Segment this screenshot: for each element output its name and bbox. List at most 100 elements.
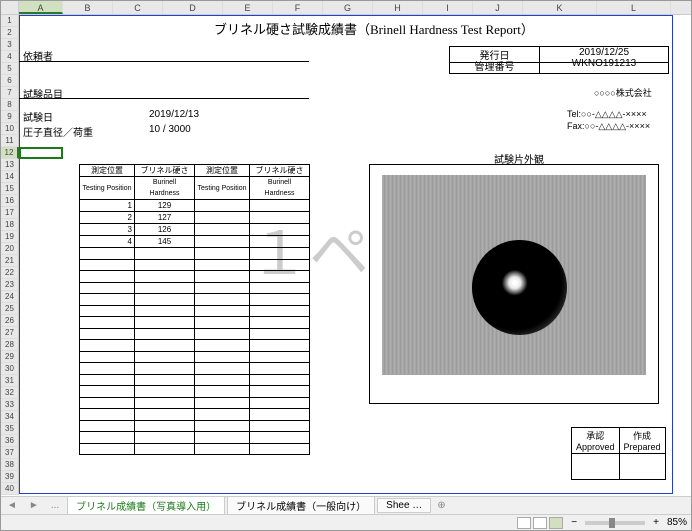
table-cell[interactable]: [195, 363, 250, 375]
row-header-8[interactable]: 8: [1, 99, 19, 111]
tab-nav-prev[interactable]: ◄: [1, 500, 23, 511]
table-cell[interactable]: 4: [80, 236, 135, 248]
table-cell[interactable]: [195, 351, 250, 363]
table-cell[interactable]: [135, 317, 195, 329]
table-cell[interactable]: [250, 271, 310, 283]
table-cell[interactable]: [80, 248, 135, 260]
spreadsheet-grid[interactable]: ABCDEFGHIJKL 123456789101112131415161718…: [1, 1, 691, 495]
col-header-E[interactable]: E: [223, 1, 273, 14]
table-cell[interactable]: [135, 397, 195, 409]
row-header-1[interactable]: 1: [1, 15, 19, 27]
table-cell[interactable]: 1: [80, 200, 135, 212]
zoom-handle[interactable]: [609, 518, 615, 528]
table-cell[interactable]: [250, 340, 310, 352]
table-cell[interactable]: [250, 259, 310, 271]
row-header-35[interactable]: 35: [1, 423, 19, 435]
table-cell[interactable]: [250, 224, 310, 236]
table-cell[interactable]: [135, 386, 195, 398]
table-cell[interactable]: [80, 340, 135, 352]
table-cell[interactable]: [80, 259, 135, 271]
table-cell[interactable]: [135, 420, 195, 432]
table-cell[interactable]: [135, 259, 195, 271]
row-header-26[interactable]: 26: [1, 315, 19, 327]
row-header-18[interactable]: 18: [1, 219, 19, 231]
table-cell[interactable]: [195, 294, 250, 306]
row-header-38[interactable]: 38: [1, 459, 19, 471]
active-cell-cursor[interactable]: [19, 147, 63, 159]
table-cell[interactable]: 3: [80, 224, 135, 236]
table-cell[interactable]: [80, 374, 135, 386]
table-cell[interactable]: [80, 317, 135, 329]
view-pagebreak-icon[interactable]: [549, 517, 563, 529]
table-cell[interactable]: [80, 420, 135, 432]
tab[interactable]: ブリネル成績書（一般向け）: [227, 496, 375, 515]
table-cell[interactable]: [250, 248, 310, 260]
table-cell[interactable]: [80, 294, 135, 306]
row-header-33[interactable]: 33: [1, 399, 19, 411]
table-cell[interactable]: [135, 443, 195, 455]
select-all-corner[interactable]: [1, 1, 19, 14]
view-normal-icon[interactable]: [517, 517, 531, 529]
tab[interactable]: Shee …: [377, 498, 431, 513]
row-header-11[interactable]: 11: [1, 135, 19, 147]
tab-nav-next[interactable]: ►: [23, 500, 45, 511]
row-header-37[interactable]: 37: [1, 447, 19, 459]
table-cell[interactable]: [135, 294, 195, 306]
table-cell[interactable]: [250, 363, 310, 375]
table-cell[interactable]: [250, 432, 310, 444]
cells-area[interactable]: ブリネル硬さ試験成績書（Brinell Hardness Test Report…: [19, 15, 691, 495]
table-cell[interactable]: 2: [80, 212, 135, 224]
row-header-36[interactable]: 36: [1, 435, 19, 447]
table-cell[interactable]: [195, 432, 250, 444]
row-header-4[interactable]: 4: [1, 51, 19, 63]
row-header-9[interactable]: 9: [1, 111, 19, 123]
table-cell[interactable]: [195, 443, 250, 455]
table-cell[interactable]: [250, 236, 310, 248]
table-cell[interactable]: [195, 374, 250, 386]
col-header-A[interactable]: A: [19, 1, 63, 14]
table-cell[interactable]: [250, 212, 310, 224]
row-header-2[interactable]: 2: [1, 27, 19, 39]
table-cell[interactable]: [195, 386, 250, 398]
col-header-L[interactable]: L: [597, 1, 671, 14]
table-cell[interactable]: [80, 271, 135, 283]
zoom-value[interactable]: 85%: [667, 517, 687, 528]
table-cell[interactable]: [250, 420, 310, 432]
table-cell[interactable]: [195, 224, 250, 236]
table-cell[interactable]: [135, 363, 195, 375]
table-cell[interactable]: [135, 340, 195, 352]
row-header-32[interactable]: 32: [1, 387, 19, 399]
row-header-21[interactable]: 21: [1, 255, 19, 267]
table-cell[interactable]: [195, 282, 250, 294]
table-cell[interactable]: 145: [135, 236, 195, 248]
table-cell[interactable]: [195, 248, 250, 260]
row-header-7[interactable]: 7: [1, 87, 19, 99]
zoom-minus[interactable]: −: [571, 517, 577, 528]
row-header-31[interactable]: 31: [1, 375, 19, 387]
zoom-slider[interactable]: [585, 521, 645, 525]
table-cell[interactable]: [195, 397, 250, 409]
col-header-F[interactable]: F: [273, 1, 323, 14]
col-header-H[interactable]: H: [373, 1, 423, 14]
col-header-G[interactable]: G: [323, 1, 373, 14]
row-header-30[interactable]: 30: [1, 363, 19, 375]
table-cell[interactable]: [195, 340, 250, 352]
table-cell[interactable]: [135, 351, 195, 363]
table-cell[interactable]: [195, 200, 250, 212]
table-cell[interactable]: [195, 328, 250, 340]
table-cell[interactable]: [195, 236, 250, 248]
row-header-19[interactable]: 19: [1, 231, 19, 243]
row-header-24[interactable]: 24: [1, 291, 19, 303]
table-cell[interactable]: [135, 305, 195, 317]
table-cell[interactable]: [135, 282, 195, 294]
table-cell[interactable]: [250, 386, 310, 398]
table-cell[interactable]: 129: [135, 200, 195, 212]
table-cell[interactable]: [250, 374, 310, 386]
row-header-15[interactable]: 15: [1, 183, 19, 195]
table-cell[interactable]: [250, 443, 310, 455]
table-cell[interactable]: [195, 212, 250, 224]
table-cell[interactable]: [135, 328, 195, 340]
table-cell[interactable]: [135, 374, 195, 386]
view-layout-icon[interactable]: [533, 517, 547, 529]
table-cell[interactable]: [250, 282, 310, 294]
